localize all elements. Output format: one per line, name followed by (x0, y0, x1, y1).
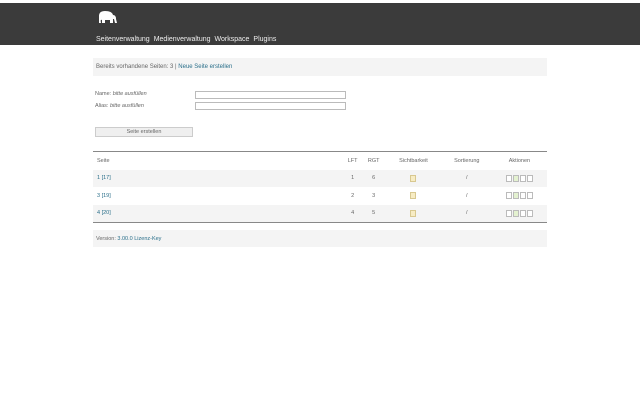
table-row: 3 [19] 2 3 / (93, 187, 547, 205)
rgt-value: 3 (372, 192, 376, 199)
main-nav: Seitenverwaltung Medienverwaltung Worksp… (96, 36, 276, 43)
edit-icon[interactable] (512, 192, 519, 200)
add-child-icon[interactable] (519, 209, 526, 217)
page-count-text: Bereits vorhandene Seiten: 3 | (96, 64, 177, 70)
page-link[interactable]: 3 [19] (97, 193, 111, 199)
alias-label-text: Alias: (95, 103, 109, 109)
visibility-icon[interactable] (410, 192, 417, 200)
add-child-icon[interactable] (519, 174, 526, 182)
name-input[interactable] (195, 91, 346, 99)
alias-hint: bitte ausfüllen (109, 103, 144, 109)
preview-icon[interactable] (505, 192, 512, 200)
nav-plugins[interactable]: Plugins (253, 36, 276, 43)
lft-value: 1 (343, 169, 363, 187)
elephant-logo-icon[interactable] (96, 9, 118, 25)
lft-value: 4 (343, 204, 363, 222)
preview-icon[interactable] (505, 209, 512, 217)
nav-seitenverwaltung[interactable]: Seitenverwaltung (96, 36, 150, 43)
col-seite: Seite (97, 157, 110, 164)
col-lft: LFT (347, 157, 358, 164)
rgt-value: 6 (362, 169, 386, 187)
add-child-icon[interactable] (519, 192, 526, 200)
visibility-icon[interactable] (410, 174, 417, 182)
page-link[interactable]: 1 [17] (97, 175, 111, 181)
table-row: 4 [20] 4 5 / (93, 204, 547, 222)
sort-value[interactable]: / (441, 204, 492, 222)
sort-value[interactable]: / (442, 187, 492, 205)
delete-icon[interactable] (526, 209, 533, 217)
top-bar: Seitenverwaltung Medienverwaltung Worksp… (0, 3, 640, 45)
name-hint: bitte ausfüllen (112, 91, 147, 97)
lft-value: 2 (351, 192, 355, 199)
preview-icon[interactable] (505, 174, 512, 182)
new-page-link[interactable]: Neue Seite erstellen (178, 64, 232, 70)
license-link[interactable]: 3.00.0 Lizenz-Key (117, 236, 161, 242)
col-aktionen: Aktionen (508, 157, 531, 164)
edit-icon[interactable] (512, 209, 519, 217)
pages-table: Seite LFT RGT Sichtbarkeit Sortierung Ak… (93, 151, 547, 223)
info-box: Bereits vorhandene Seiten: 3 | Neue Seit… (93, 58, 547, 76)
rgt-value: 5 (362, 204, 386, 222)
delete-icon[interactable] (526, 174, 533, 182)
col-sortierung: Sortierung (454, 157, 480, 164)
table-row: 1 [17] 1 6 / (93, 169, 547, 187)
nav-workspace[interactable]: Workspace (215, 36, 250, 43)
table-header: Seite LFT RGT Sichtbarkeit Sortierung Ak… (93, 152, 547, 170)
create-page-button[interactable]: Seite erstellen (95, 127, 193, 137)
page-link[interactable]: 4 [20] (97, 210, 111, 216)
col-rgt: RGT (367, 157, 380, 164)
col-sichtbarkeit: Sichtbarkeit (399, 157, 428, 164)
visibility-icon[interactable] (410, 209, 417, 217)
alias-input[interactable] (195, 102, 346, 110)
version-label: Version: (96, 236, 116, 242)
footer: Version: 3.00.0 Lizenz-Key (93, 230, 547, 247)
name-label-text: Name: (95, 91, 112, 97)
edit-icon[interactable] (512, 174, 519, 182)
name-label: Name: bitte ausfüllen (95, 91, 147, 97)
sort-value[interactable]: / (441, 169, 492, 187)
delete-icon[interactable] (526, 192, 533, 200)
nav-medienverwaltung[interactable]: Medienverwaltung (154, 36, 211, 43)
alias-label: Alias: bitte ausfüllen (95, 103, 144, 109)
